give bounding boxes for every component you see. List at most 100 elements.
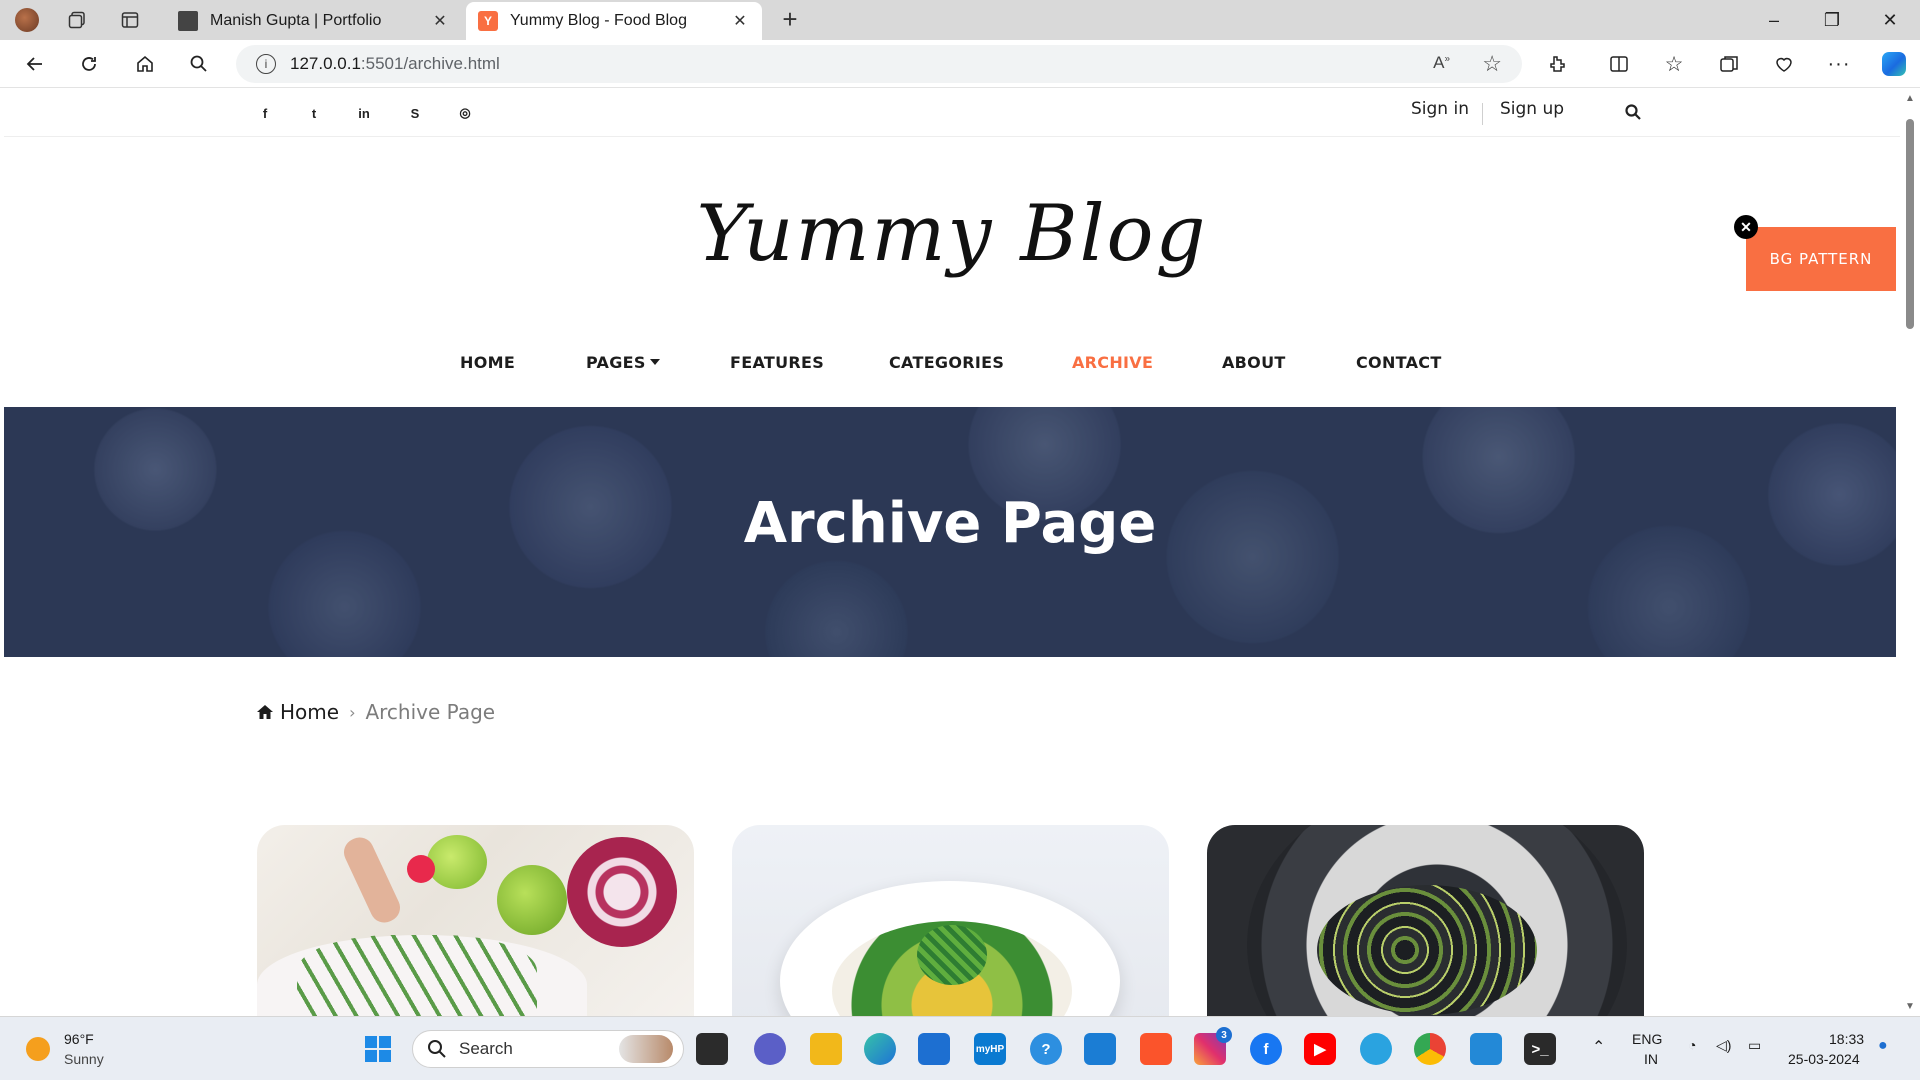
chevron-up-icon[interactable]: ⌃ bbox=[1592, 1037, 1605, 1057]
notification-bell-icon[interactable]: ● bbox=[1878, 1037, 1888, 1055]
close-icon[interactable]: ✕ bbox=[1734, 215, 1758, 239]
site-logo[interactable]: Yummy Blog bbox=[4, 189, 1900, 279]
language-region[interactable]: IN bbox=[1644, 1051, 1658, 1067]
page-scrollbar[interactable]: ▲ ▼ bbox=[1900, 89, 1920, 1016]
collections-icon[interactable] bbox=[1712, 48, 1746, 80]
close-window-button[interactable]: ✕ bbox=[1862, 0, 1918, 40]
new-tab-button[interactable]: + bbox=[776, 6, 804, 34]
caret-down-icon bbox=[649, 358, 660, 365]
restore-button[interactable]: ❐ bbox=[1804, 0, 1860, 40]
instagram-icon[interactable]: 3 bbox=[1194, 1027, 1232, 1065]
wifi-icon[interactable]: ◔ bbox=[1688, 1037, 1696, 1053]
language-indicator[interactable]: ENG bbox=[1632, 1031, 1662, 1047]
myhp-icon[interactable]: myHP bbox=[974, 1033, 1006, 1065]
scroll-down-icon[interactable]: ▼ bbox=[1904, 1001, 1916, 1012]
bg-pattern-button[interactable]: BG PATTERN bbox=[1746, 227, 1896, 291]
favorites-icon[interactable]: ☆ bbox=[1657, 48, 1691, 80]
browser-essentials-icon[interactable] bbox=[1767, 48, 1801, 80]
workspaces-icon[interactable] bbox=[62, 6, 92, 34]
weather-description[interactable]: Sunny bbox=[64, 1051, 104, 1067]
browser-tab-strip: Manish Gupta | Portfolio ✕ Y Yummy Blog … bbox=[0, 0, 1920, 40]
refresh-icon[interactable] bbox=[72, 48, 106, 80]
brave-browser-icon[interactable] bbox=[1140, 1033, 1172, 1065]
close-icon[interactable]: ✕ bbox=[730, 11, 750, 31]
search-icon[interactable] bbox=[182, 48, 216, 80]
teams-chat-icon[interactable] bbox=[754, 1033, 786, 1065]
auth-divider bbox=[1482, 103, 1483, 125]
skype-icon[interactable]: S bbox=[403, 103, 427, 123]
facebook-icon[interactable]: f bbox=[253, 103, 277, 123]
nav-pages[interactable]: PAGES bbox=[586, 353, 660, 372]
windows-start-icon[interactable] bbox=[362, 1033, 394, 1065]
vertical-tabs-icon[interactable] bbox=[115, 6, 145, 34]
minimize-button[interactable]: – bbox=[1746, 0, 1802, 40]
taskbar-search-placeholder: Search bbox=[459, 1039, 513, 1058]
post-card-image[interactable] bbox=[1207, 825, 1644, 1016]
profile-avatar-icon[interactable] bbox=[12, 6, 42, 34]
nav-archive[interactable]: ARCHIVE bbox=[1072, 353, 1153, 372]
more-options-icon[interactable]: ··· bbox=[1822, 48, 1856, 80]
nav-home[interactable]: HOME bbox=[460, 353, 515, 372]
split-screen-icon[interactable] bbox=[1602, 48, 1636, 80]
nav-pages-label: PAGES bbox=[586, 353, 646, 372]
volume-icon[interactable]: ◁) bbox=[1716, 1037, 1731, 1054]
windows-taskbar: 96°F Sunny Search myHP ? 3 f ▶ >_ ⌃ ENG … bbox=[0, 1016, 1920, 1080]
extensions-icon[interactable] bbox=[1540, 48, 1574, 80]
sign-in-link[interactable]: Sign in bbox=[1411, 99, 1469, 119]
nav-categories[interactable]: CATEGORIES bbox=[889, 353, 1004, 372]
alexa-icon[interactable] bbox=[1084, 1033, 1116, 1065]
search-highlight-icon bbox=[619, 1035, 673, 1063]
microsoft-store-icon[interactable] bbox=[918, 1033, 950, 1065]
browser-toolbar: i 127.0.0.1:5501/archive.html A» ☆ ☆ ··· bbox=[0, 40, 1920, 88]
tab-title: Manish Gupta | Portfolio bbox=[210, 12, 382, 29]
twitter-icon[interactable]: t bbox=[302, 103, 326, 123]
copilot-icon[interactable] bbox=[1877, 48, 1911, 80]
url-path: :5501/archive.html bbox=[360, 54, 500, 73]
nav-about[interactable]: ABOUT bbox=[1222, 353, 1286, 372]
site-search-icon[interactable] bbox=[1624, 103, 1646, 125]
scroll-up-icon[interactable]: ▲ bbox=[1904, 93, 1916, 104]
help-icon[interactable]: ? bbox=[1030, 1033, 1062, 1065]
nav-contact[interactable]: CONTACT bbox=[1356, 353, 1442, 372]
search-icon bbox=[428, 1040, 446, 1058]
post-card-image[interactable] bbox=[257, 825, 694, 1016]
address-bar[interactable]: i 127.0.0.1:5501/archive.html A» ☆ bbox=[236, 45, 1522, 83]
close-icon[interactable]: ✕ bbox=[430, 11, 450, 31]
sign-up-link[interactable]: Sign up bbox=[1500, 99, 1564, 119]
favorite-star-icon[interactable]: ☆ bbox=[1482, 51, 1502, 77]
post-card-image[interactable] bbox=[732, 825, 1169, 1016]
scrollbar-thumb[interactable] bbox=[1906, 119, 1914, 329]
breadcrumb-current: Archive Page bbox=[365, 700, 496, 724]
clock-date[interactable]: 25-03-2024 bbox=[1788, 1051, 1860, 1067]
page-title: Archive Page bbox=[743, 491, 1157, 556]
site-info-icon[interactable]: i bbox=[256, 54, 276, 74]
dribbble-icon[interactable]: ◎ bbox=[453, 103, 477, 123]
task-view-icon[interactable] bbox=[696, 1033, 728, 1065]
taskbar-search-input[interactable]: Search bbox=[412, 1030, 684, 1068]
chrome-icon[interactable] bbox=[1414, 1033, 1446, 1065]
tab-yummy-blog[interactable]: Y Yummy Blog - Food Blog ✕ bbox=[466, 2, 762, 40]
portfolio-favicon-icon bbox=[178, 11, 198, 31]
linkedin-icon[interactable]: in bbox=[352, 103, 376, 123]
breadcrumb-home-label: Home bbox=[280, 700, 340, 724]
back-icon[interactable] bbox=[18, 48, 52, 80]
read-aloud-icon[interactable]: A» bbox=[1433, 53, 1450, 73]
weather-temperature[interactable]: 96°F bbox=[64, 1031, 94, 1047]
breadcrumb-home-link[interactable]: Home bbox=[256, 700, 339, 724]
nav-features[interactable]: FEATURES bbox=[730, 353, 824, 372]
facebook-app-icon[interactable]: f bbox=[1250, 1033, 1282, 1065]
battery-icon[interactable]: ▭ bbox=[1748, 1037, 1761, 1054]
tab-portfolio[interactable]: Manish Gupta | Portfolio ✕ bbox=[166, 2, 462, 40]
telegram-icon[interactable] bbox=[1360, 1033, 1392, 1065]
sunny-weather-icon[interactable] bbox=[26, 1037, 50, 1061]
file-explorer-icon[interactable] bbox=[810, 1033, 842, 1065]
clock-time[interactable]: 18:33 bbox=[1829, 1031, 1864, 1047]
edge-browser-icon[interactable] bbox=[864, 1033, 896, 1065]
terminal-icon[interactable]: >_ bbox=[1524, 1033, 1556, 1065]
url-host: 127.0.0.1 bbox=[290, 54, 361, 73]
vscode-icon[interactable] bbox=[1470, 1033, 1502, 1065]
youtube-icon[interactable]: ▶ bbox=[1304, 1033, 1336, 1065]
tab-title: Yummy Blog - Food Blog bbox=[510, 12, 687, 29]
home-icon[interactable] bbox=[128, 48, 162, 80]
breadcrumb: Home › Archive Page bbox=[256, 700, 495, 724]
